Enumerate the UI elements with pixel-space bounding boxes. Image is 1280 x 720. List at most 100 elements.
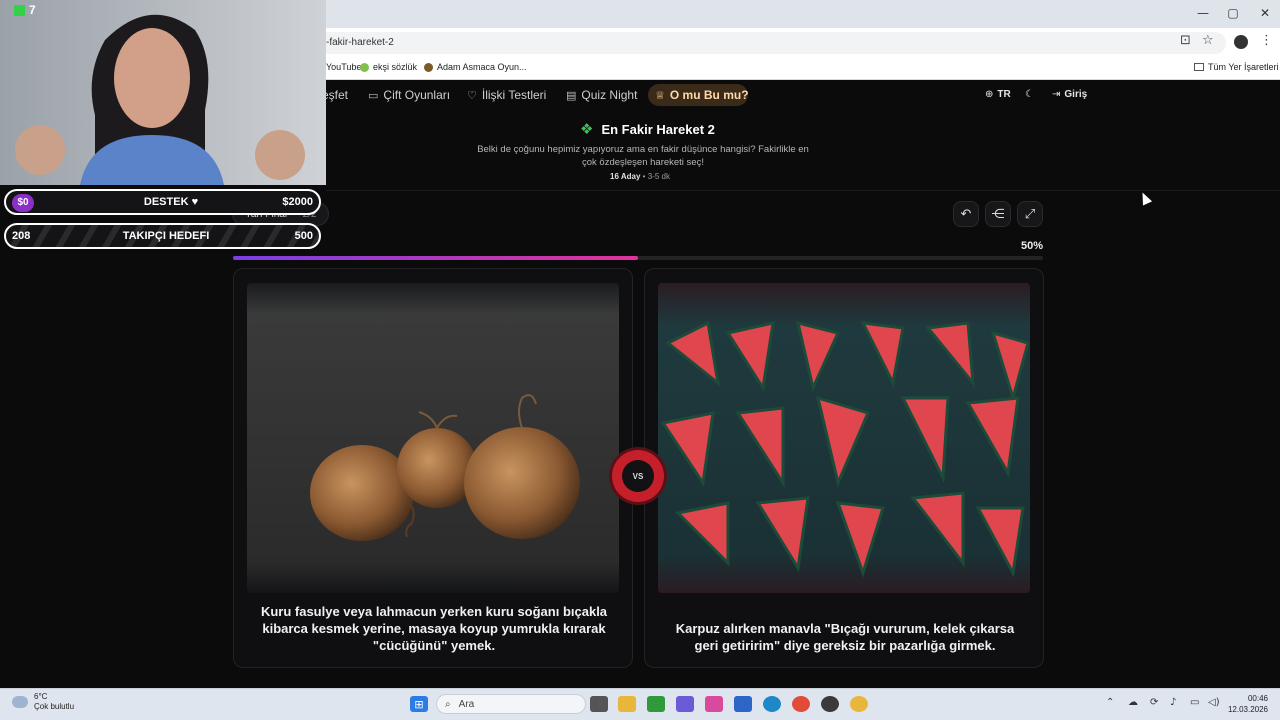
cloud-icon [12, 696, 28, 708]
share-button[interactable]: ⋲ [985, 201, 1011, 227]
nav-label: O mu Bu mu? [669, 88, 749, 102]
follower-current: 208 [12, 230, 31, 242]
donation-goal: $2000 [282, 196, 313, 208]
fullscreen-button[interactable]: ⤢ [1017, 201, 1043, 227]
page-title: ❖ En Fakir Hareket 2 [580, 120, 715, 138]
search-placeholder: Ara [458, 698, 475, 710]
globe-icon: ⊕ [985, 89, 994, 100]
file-explorer-icon[interactable] [618, 696, 636, 712]
calendar-icon: ▤ [566, 88, 577, 102]
page-description: Belki de çoğunu hepimiz yapıyoruz ama en… [477, 144, 809, 168]
option-card-left[interactable]: Kuru fasulye veya lahmacun yerken kuru s… [233, 268, 633, 668]
fullscreen-icon: ⤢ [1024, 206, 1036, 222]
weather-widget[interactable]: 6°C Çok bulutlu [12, 692, 74, 712]
teams-icon[interactable] [676, 696, 694, 712]
onedrive-icon[interactable]: ☁ [1128, 697, 1138, 708]
nav-o-mu-bu-mu[interactable]: ♕ O mu Bu mu? [655, 88, 749, 102]
taskbar-search[interactable]: ⌕ Ara [436, 694, 586, 714]
language-label: TR [997, 89, 1011, 100]
nav-label: Çift Oyunları [383, 88, 451, 102]
bookmark-youtube[interactable]: YouTube [326, 62, 361, 72]
chrome-canary-icon[interactable] [850, 696, 868, 712]
network-icon[interactable]: ▭ [1190, 697, 1199, 708]
page-meta: 16 Aday • 3-5 dk [560, 172, 720, 181]
trophy-icon: ♕ [655, 88, 665, 102]
page-title-text: En Fakir Hareket 2 [601, 121, 715, 137]
store-icon[interactable] [734, 696, 752, 712]
progress-percent: 50% [1020, 240, 1043, 252]
mouse-cursor [1137, 190, 1153, 206]
theme-toggle-moon-icon[interactable]: ☾ [1025, 89, 1034, 100]
copilot-icon[interactable] [705, 696, 723, 712]
nav-iliski-testleri[interactable]: ♡ İlişki Testleri [467, 88, 546, 102]
share-icon: ⋲ [991, 206, 1005, 222]
nav-label: Quiz Night [581, 88, 638, 102]
game-icon [424, 62, 433, 72]
obs-icon[interactable] [821, 696, 839, 712]
nav-cift-oyunlari[interactable]: ▭ Çift Oyunları [368, 88, 450, 102]
clock-time: 00:46 [1247, 694, 1268, 703]
clock-date: 12.03.2026 [1227, 705, 1268, 714]
bookmark-adam-asmaca[interactable]: Adam Asmaca Oyun... [424, 62, 527, 72]
nvidia-icon[interactable] [647, 696, 665, 712]
vs-badge: VS [612, 450, 664, 502]
tray-chevron-icon[interactable]: ⌃ [1106, 697, 1114, 708]
start-windows-icon[interactable]: ⊞ [410, 696, 428, 712]
progress-fill [233, 256, 638, 260]
bookmarks-folder[interactable]: Tüm Yer İşaretleri [1194, 62, 1279, 72]
profile-avatar[interactable] [1234, 35, 1248, 49]
money-wings-icon: ❖ [580, 120, 594, 138]
volume-icon[interactable]: ◁) [1208, 697, 1220, 708]
windows-taskbar [0, 688, 1280, 720]
close-window-button[interactable]: ✕ [1250, 4, 1280, 22]
login-button[interactable]: ⇥ Giriş [1052, 89, 1087, 100]
donation-goal-bar: $0 DESTEK ♥ $2000 [4, 189, 321, 215]
nav-label: İlişki Testleri [481, 88, 547, 102]
microphone-icon[interactable]: ♪ [1170, 697, 1176, 708]
heart-icon: ♡ [467, 88, 477, 102]
undo-icon: ↶ [960, 206, 972, 222]
screen: — ▢ ✕ -fakir-hareket-2 ⊡ ☆ ⋮ YouTube ekş… [0, 0, 1280, 720]
install-app-icon[interactable]: ⊡ [1180, 33, 1191, 48]
url-text[interactable]: -fakir-hareket-2 [326, 37, 394, 48]
chrome-icon[interactable] [792, 696, 810, 712]
weather-text: 6°C Çok bulutlu [34, 692, 74, 712]
bookmark-label: Adam Asmaca Oyun... [437, 62, 527, 72]
donation-current: $0 [12, 194, 34, 212]
undo-button[interactable]: ↶ [953, 201, 979, 227]
bookmark-star-icon[interactable]: ☆ [1202, 33, 1214, 48]
option-card-right[interactable]: Karpuz alırken manavla "Bıçağı vururum, … [644, 268, 1044, 668]
bookmark-label: YouTube [326, 62, 362, 72]
follower-goal-bar: 208 TAKIPÇI HEDEFI 500 [4, 223, 321, 249]
folder-icon [1194, 63, 1204, 71]
search-icon: ⌕ [445, 698, 451, 710]
onion-image [247, 283, 619, 593]
candidate-count: 16 Aday [610, 172, 641, 181]
language-selector[interactable]: ⊕ TR [985, 89, 1011, 100]
progress-track [233, 256, 1043, 260]
donation-label: DESTEK ♥ [143, 196, 199, 208]
eksi-icon [360, 62, 369, 72]
nav-quiz-night[interactable]: ▤ Quiz Night [566, 88, 637, 102]
weather-desc: Çok bulutlu [34, 702, 75, 711]
gamepad-icon: ▭ [368, 88, 379, 102]
header-divider [326, 190, 1280, 191]
bookmarks-folder-label: Tüm Yer İşaretleri [1208, 62, 1279, 72]
minimize-button[interactable]: — [1188, 4, 1218, 22]
option-text: Karpuz alırken manavla "Bıçağı vururum, … [675, 621, 1015, 653]
system-clock[interactable]: 00:46 12.03.2026 [1228, 693, 1268, 715]
login-icon: ⇥ [1052, 89, 1061, 100]
task-view-icon[interactable] [590, 696, 608, 712]
sync-icon[interactable]: ⟳ [1150, 697, 1158, 708]
nav-kesfet[interactable]: Keşfet [326, 88, 348, 102]
bookmark-eksi[interactable]: ekşi sözlük [360, 62, 417, 72]
follower-label: TAKIPÇI HEDEFI [122, 230, 210, 242]
duration: 3-5 dk [647, 172, 670, 181]
login-label: Giriş [1064, 89, 1088, 100]
menu-kebab-icon[interactable]: ⋮ [1260, 33, 1273, 48]
webcam-feed [0, 0, 326, 185]
viewer-count: 7 [14, 3, 36, 17]
edge-icon[interactable] [763, 696, 781, 712]
maximize-button[interactable]: ▢ [1218, 4, 1248, 22]
bookmark-label: ekşi sözlük [373, 62, 418, 72]
